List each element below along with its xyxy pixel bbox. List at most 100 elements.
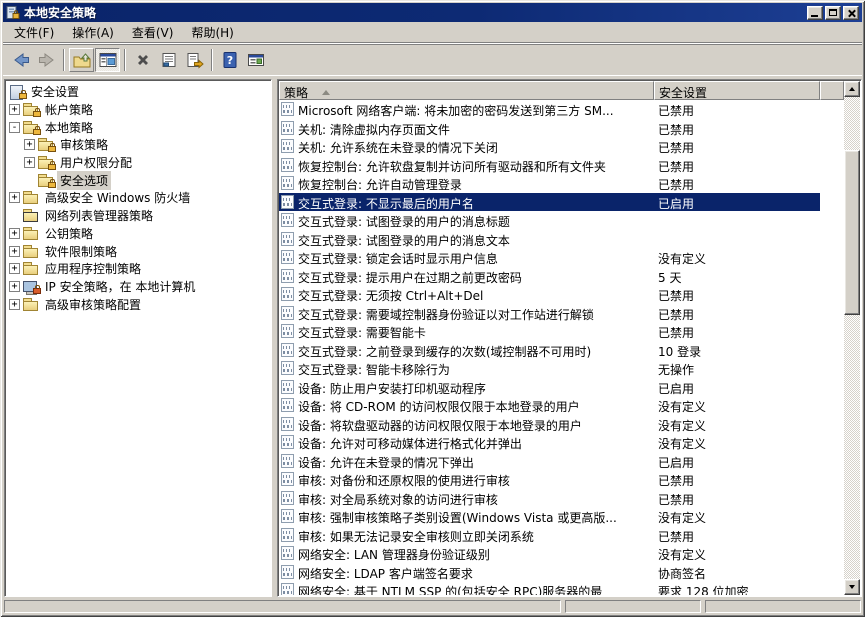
menu-item[interactable]: 文件(F): [5, 21, 63, 44]
tree-expander-icon[interactable]: +: [9, 246, 20, 257]
policy-row[interactable]: 网络安全: 基于 NTLM SSP 的(包括安全 RPC)服务器的最 要求 12…: [279, 581, 844, 595]
policy-row[interactable]: 审核: 对备份和还原权限的使用进行审核 已禁用: [279, 470, 844, 489]
tree-item-label: 应用程序控制策略: [42, 259, 144, 278]
policy-row[interactable]: 审核: 如果无法记录安全审核则立即关闭系统 已禁用: [279, 526, 844, 545]
policy-name: 交互式登录: 智能卡移除行为: [298, 361, 652, 378]
lock-icon: [19, 93, 27, 99]
policy-row[interactable]: 设备: 允许对可移动媒体进行格式化并弹出 没有定义: [279, 433, 844, 452]
policy-row[interactable]: 交互式登录: 锁定会话时显示用户信息 没有定义: [279, 248, 844, 267]
tree-item[interactable]: + 审核策略: [5, 136, 271, 154]
delete-button[interactable]: [130, 48, 155, 72]
help-button[interactable]: ?: [217, 48, 242, 72]
policy-name: 网络安全: 基于 NTLM SSP 的(包括安全 RPC)服务器的最: [298, 583, 652, 595]
policy-row[interactable]: 审核: 对全局系统对象的访问进行审核 已禁用: [279, 489, 844, 508]
tree-item[interactable]: + 高级安全 Windows 防火墙: [5, 189, 271, 207]
vertical-scrollbar[interactable]: [844, 81, 860, 595]
menu-item[interactable]: 帮助(H): [182, 21, 242, 44]
policy-row[interactable]: 交互式登录: 试图登录的用户的消息标题: [279, 211, 844, 230]
tree-item[interactable]: + 高级审核策略配置: [5, 295, 271, 313]
policy-document-icon: [281, 583, 294, 595]
tree-item[interactable]: - 本地策略: [5, 118, 271, 136]
policy-setting: 已启用: [658, 380, 818, 397]
policy-name: 设备: 允许对可移动媒体进行格式化并弹出: [298, 435, 652, 452]
forward-button[interactable]: [34, 48, 59, 72]
tree-item[interactable]: 安全选项: [5, 171, 271, 189]
tree-expander-icon[interactable]: +: [9, 192, 20, 203]
policy-row[interactable]: 关机: 允许系统在未登录的情况下关闭 已禁用: [279, 137, 844, 156]
policy-name: 网络安全: LAN 管理器身份验证级别: [298, 546, 652, 563]
policy-row[interactable]: Microsoft 网络客户端: 将未加密的密码发送到第三方 SM... 已禁用: [279, 100, 844, 119]
policy-row[interactable]: 交互式登录: 不显示最后的用户名 已启用: [279, 193, 844, 212]
list-header: 策略 安全设置: [279, 81, 844, 100]
policy-row[interactable]: 设备: 将软盘驱动器的访问权限仅限于本地登录的用户 没有定义: [279, 415, 844, 434]
policy-setting: 已禁用: [658, 491, 818, 508]
show-console-tree-button[interactable]: [95, 48, 120, 72]
menu-bar: 文件(F) 操作(A) 查看(V) 帮助(H): [3, 22, 862, 43]
minimize-button[interactable]: [807, 6, 823, 20]
policy-row[interactable]: 审核: 强制审核策略子类别设置(Windows Vista 或更高版... 没有…: [279, 507, 844, 526]
close-button[interactable]: [843, 6, 859, 20]
menu-item[interactable]: 查看(V): [123, 21, 183, 44]
scrollbar-thumb[interactable]: [844, 150, 860, 315]
scroll-down-button[interactable]: [844, 579, 860, 595]
policy-setting: 已禁用: [658, 102, 818, 119]
tree-item[interactable]: + 公钥策略: [5, 225, 271, 243]
policy-document-icon: [281, 546, 294, 560]
policy-row[interactable]: 设备: 将 CD-ROM 的访问权限仅限于本地登录的用户 没有定义: [279, 396, 844, 415]
policy-row[interactable]: 交互式登录: 智能卡移除行为 无操作: [279, 359, 844, 378]
policy-setting: 没有定义: [658, 435, 818, 452]
tree-expander-icon[interactable]: +: [9, 228, 20, 239]
tree-item-icon: [23, 209, 39, 222]
export-list-button[interactable]: [182, 48, 207, 72]
policy-document-icon: [281, 213, 294, 227]
tree-item[interactable]: 安全设置: [5, 83, 271, 101]
menu-item[interactable]: 操作(A): [63, 21, 123, 44]
policy-row[interactable]: 交互式登录: 试图登录的用户的消息文本: [279, 230, 844, 249]
back-button[interactable]: [8, 48, 33, 72]
tree-expander-icon[interactable]: +: [9, 263, 20, 274]
policy-row[interactable]: 交互式登录: 提示用户在过期之前更改密码 5 天: [279, 267, 844, 286]
tree-item[interactable]: + IP 安全策略，在 本地计算机: [5, 278, 271, 296]
properties-button[interactable]: [156, 48, 181, 72]
tree-item[interactable]: + 应用程序控制策略: [5, 260, 271, 278]
tree-item[interactable]: + 软件限制策略: [5, 242, 271, 260]
policy-document-icon: [281, 454, 294, 468]
toolbar: ?: [3, 43, 862, 75]
policy-document-icon: [281, 509, 294, 523]
policy-row[interactable]: 恢复控制台: 允许自动管理登录 已禁用: [279, 174, 844, 193]
tree-expander-icon[interactable]: +: [9, 281, 20, 292]
policy-row[interactable]: 交互式登录: 需要智能卡 已禁用: [279, 322, 844, 341]
tree-item[interactable]: + 用户权限分配: [5, 154, 271, 172]
policy-row[interactable]: 交互式登录: 无须按 Ctrl+Alt+Del 已禁用: [279, 285, 844, 304]
new-window-button[interactable]: [243, 48, 268, 72]
policy-name: 交互式登录: 提示用户在过期之前更改密码: [298, 269, 652, 286]
policy-row[interactable]: 交互式登录: 需要域控制器身份验证以对工作站进行解锁 已禁用: [279, 304, 844, 323]
tree-item[interactable]: 网络列表管理器策略: [5, 207, 271, 225]
properties-icon: [159, 50, 179, 70]
tree-expander-icon[interactable]: +: [9, 104, 20, 115]
policy-document-icon: [281, 565, 294, 579]
policy-row[interactable]: 交互式登录: 之前登录到缓存的次数(域控制器不可用时) 10 登录: [279, 341, 844, 360]
tree-expander-icon[interactable]: -: [9, 122, 20, 133]
policy-row[interactable]: 设备: 防止用户安装打印机驱动程序 已启用: [279, 378, 844, 397]
policy-setting: 已禁用: [658, 139, 818, 156]
tree-expander-icon[interactable]: +: [9, 299, 20, 310]
policy-row[interactable]: 网络安全: LDAP 客户端签名要求 协商签名: [279, 563, 844, 582]
policy-row[interactable]: 关机: 清除虚拟内存页面文件 已禁用: [279, 119, 844, 138]
tree-expander-icon[interactable]: +: [24, 139, 35, 150]
policy-setting: 已禁用: [658, 158, 818, 175]
policy-setting: 没有定义: [658, 398, 818, 415]
tree-expander-icon[interactable]: +: [24, 157, 35, 168]
policy-row[interactable]: 设备: 允许在未登录的情况下弹出 已启用: [279, 452, 844, 471]
tree-item[interactable]: + 帐户策略: [5, 101, 271, 119]
column-header-setting[interactable]: 安全设置: [654, 81, 820, 100]
tree-item-icon: [23, 262, 39, 275]
scroll-up-button[interactable]: [844, 81, 860, 97]
up-one-level-button[interactable]: [69, 48, 94, 72]
policy-row[interactable]: 网络安全: LAN 管理器身份验证级别 没有定义: [279, 544, 844, 563]
maximize-button[interactable]: [825, 6, 841, 20]
policy-row[interactable]: 恢复控制台: 允许软盘复制并访问所有驱动器和所有文件夹 已禁用: [279, 156, 844, 175]
arrow-up-icon: [849, 87, 855, 91]
column-header-policy[interactable]: 策略: [279, 81, 654, 100]
tree-item-label: 公钥策略: [42, 224, 96, 243]
